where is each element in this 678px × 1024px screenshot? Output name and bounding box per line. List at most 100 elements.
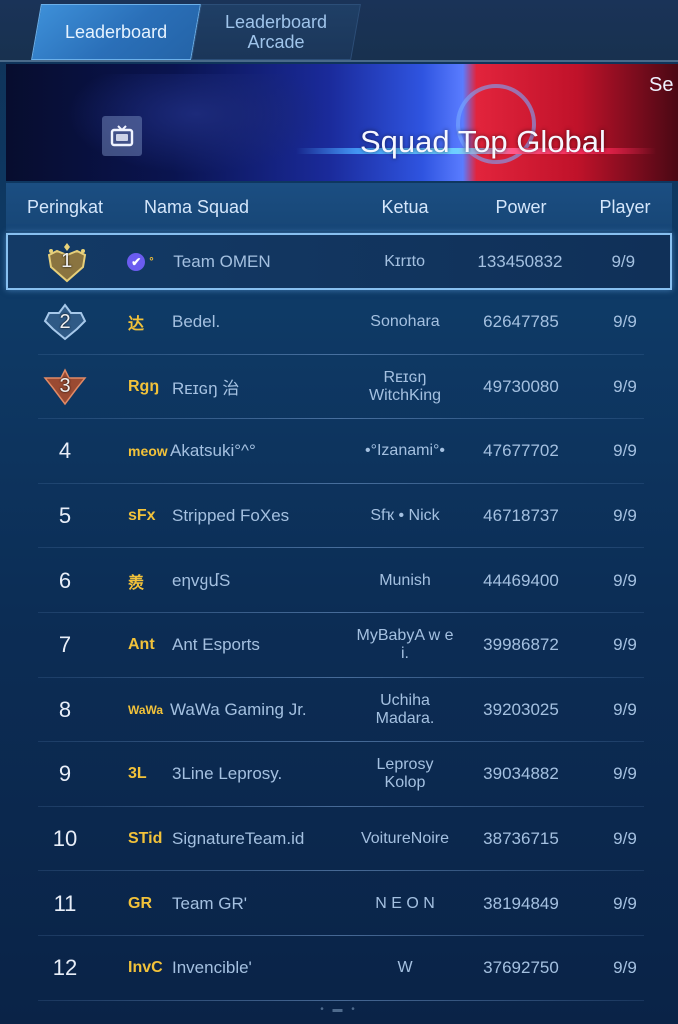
squad-leader: Uchiha Madara. [375, 691, 435, 727]
squad-top-global-banner: Squad Top Global Se [6, 64, 678, 181]
squad-name: Team GR' [172, 893, 248, 913]
tab-leaderboard-arcade-label: Leaderboard Arcade [224, 12, 328, 52]
squad-tag: 达 [128, 316, 145, 334]
squad-power: 49730080 [483, 376, 559, 396]
squad-leader: Sfҡ • Nick [370, 507, 440, 525]
replay-tv-button[interactable] [102, 116, 142, 156]
squad-leader: •°Izanami°• [364, 442, 446, 460]
squad-players: 9/9 [613, 958, 637, 978]
squad-tag: WaWa [128, 702, 164, 717]
table-row[interactable]: 9 3L 3Line Leprosy. Leprosy Kolop 390348… [6, 742, 672, 807]
tab-bar: Leaderboard Leaderboard Arcade [0, 0, 678, 62]
squad-name: Ant Esports [172, 635, 260, 655]
table-row[interactable]: 7 Ant Ant Esports MyBabyA w e i. 3998687… [6, 613, 672, 678]
rank-number: 1 [61, 250, 73, 272]
squad-leader: N E O N [375, 894, 435, 912]
rank-number: 9 [58, 761, 72, 787]
squad-players: 9/9 [611, 251, 636, 271]
squad-name: 3Line Leprosy. [172, 764, 283, 784]
header-rank: Peringkat [26, 196, 104, 217]
squad-leader: Leprosy Kolop [376, 756, 434, 792]
squad-tag: ✔ ° [125, 252, 173, 271]
bronze-rank-badge: 3 [41, 364, 89, 410]
gold-rank-badge: 1 [43, 239, 91, 285]
squad-tag: sFx [128, 507, 156, 525]
page-indicator: • ▬ • [320, 1004, 358, 1015]
squad-power: 133450832 [477, 251, 563, 271]
squad-name: Invencible' [172, 958, 252, 978]
squad-name: Rᴇɪɢŋ 治 [172, 379, 240, 399]
squad-tag: meow [128, 443, 168, 460]
squad-players: 9/9 [613, 764, 637, 784]
tab-leaderboard-label: Leaderboard [64, 22, 168, 42]
tab-leaderboard-arcade[interactable]: Leaderboard Arcade [191, 4, 361, 60]
squad-tag: STid [128, 830, 163, 848]
squad-power: 39986872 [483, 635, 559, 655]
table-row[interactable]: 1 ✔ ° Team OMEN Kɪrɪto 133450832 9/9 [6, 233, 672, 290]
header-ketua: Ketua [381, 196, 429, 217]
header-power: Power [495, 196, 547, 217]
squad-players: 9/9 [613, 829, 637, 849]
squad-power: 46718737 [483, 506, 559, 526]
table-row[interactable]: 5 sFx Stripped FoXes Sfҡ • Nick 46718737… [6, 484, 672, 549]
rank-number: 4 [58, 438, 72, 464]
table-row[interactable]: 6 羨 eηvყմS Munish 44469400 9/9 [6, 548, 672, 613]
rank-number: 10 [52, 826, 78, 852]
leaderboard-table: Peringkat Nama Squad Ketua Power Player … [6, 183, 672, 1001]
table-row[interactable]: 3 Rgŋ Rᴇɪɢŋ 治 Rᴇɪɢŋ WitchKing 49730080 9… [6, 355, 672, 420]
squad-players: 9/9 [613, 699, 637, 719]
rank-number: 2 [59, 310, 71, 333]
rank-number: 6 [58, 567, 72, 593]
squad-tag: InvC [128, 959, 163, 977]
squad-leader: VoitureNoire [360, 830, 450, 848]
table-row[interactable]: 4 meow Akatsuki°^° •°Izanami°• 47677702 … [6, 419, 672, 484]
season-button[interactable]: Se [649, 74, 673, 97]
rank-number: 12 [52, 955, 78, 981]
rank-number: 3 [59, 375, 71, 398]
table-header: Peringkat Nama Squad Ketua Power Player [6, 183, 672, 231]
squad-leader: Rᴇɪɢŋ WitchKing [368, 368, 442, 404]
squad-players: 9/9 [613, 506, 637, 526]
rank-number: 7 [58, 632, 72, 658]
squad-name: Akatsuki°^° [170, 441, 256, 461]
header-player: Player [599, 196, 651, 217]
squad-players: 9/9 [613, 376, 637, 396]
squad-leader: Munish [379, 571, 431, 589]
squad-power: 38194849 [483, 893, 559, 913]
squad-power: 62647785 [483, 312, 559, 332]
table-row[interactable]: 11 GR Team GR' N E O N 38194849 9/9 [6, 871, 672, 936]
squad-power: 38736715 [483, 829, 559, 849]
squad-tag: 3L [128, 765, 147, 783]
squad-name: Bedel. [172, 312, 221, 332]
squad-players: 9/9 [613, 570, 637, 590]
squad-players: 9/9 [613, 441, 637, 461]
table-row[interactable]: 10 STid SignatureTeam.id VoitureNoire 38… [6, 807, 672, 872]
squad-tag: 羨 [128, 574, 145, 592]
table-row[interactable]: 2 达 Bedel. Sonohara 62647785 9/9 [6, 290, 672, 355]
squad-name: Team OMEN [173, 251, 271, 271]
squad-tag: GR [128, 894, 152, 912]
squad-players: 9/9 [613, 312, 637, 332]
squad-leader: W [397, 959, 413, 977]
squad-players: 9/9 [613, 635, 637, 655]
squad-name: SignatureTeam.id [172, 829, 305, 849]
squad-players: 9/9 [613, 893, 637, 913]
squad-power: 44469400 [483, 570, 559, 590]
silver-rank-badge: 2 [41, 299, 89, 345]
header-name: Nama Squad [144, 196, 250, 217]
table-row[interactable]: 8 WaWa WaWa Gaming Jr. Uchiha Madara. 39… [6, 678, 672, 743]
squad-name: eηvყմS [172, 570, 231, 590]
table-row[interactable]: 12 InvC Invencible' W 37692750 9/9 [6, 936, 672, 1001]
squad-tag: Ant [128, 636, 155, 654]
rank-number: 11 [53, 890, 77, 916]
banner-title: Squad Top Global [360, 124, 606, 159]
tab-leaderboard[interactable]: Leaderboard [31, 4, 201, 60]
squad-leader: Kɪrɪto [384, 252, 425, 270]
rank-number: 5 [58, 503, 72, 529]
squad-tag: Rgŋ [128, 377, 160, 395]
squad-power: 47677702 [483, 441, 559, 461]
squad-name: WaWa Gaming Jr. [170, 699, 307, 719]
squad-power: 37692750 [483, 958, 559, 978]
tv-icon [110, 125, 134, 147]
rank-number: 8 [58, 696, 72, 722]
